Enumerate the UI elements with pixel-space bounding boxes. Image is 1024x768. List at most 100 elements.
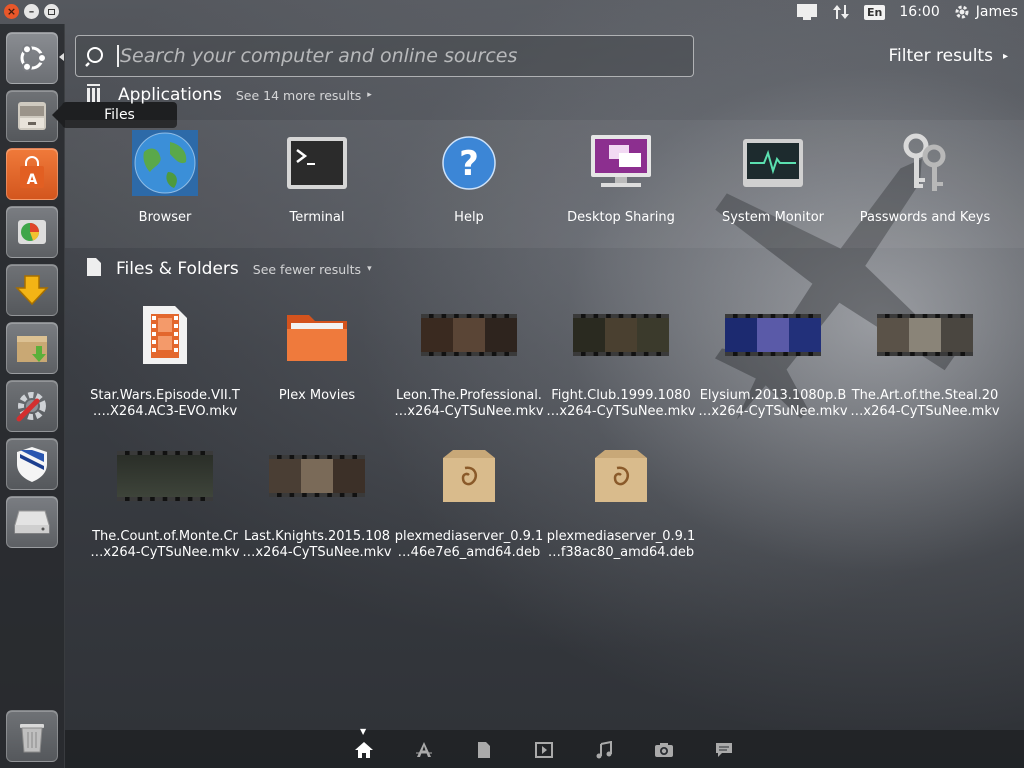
trash-button[interactable] (6, 710, 58, 762)
photo-lens-icon[interactable] (653, 740, 675, 760)
network-transfer-icon[interactable] (832, 3, 850, 21)
files-title: Files & Folders (116, 259, 239, 279)
close-button[interactable]: × (4, 4, 19, 19)
software-center-button[interactable]: A (6, 148, 58, 200)
file-label: Star.Wars.Episode.VII.T ….X264.AC3-EVO.mk… (90, 388, 240, 420)
keyboard-language-indicator[interactable]: En (864, 4, 886, 20)
file-cabinet-icon (18, 102, 46, 130)
file-name-line2: ….X264.AC3-EVO.mkv (92, 404, 238, 419)
file-label: Fight.Club.1999.1080 …x264-CyTSuNee.mkv (546, 388, 696, 420)
hard-drive-icon (14, 510, 50, 534)
files-launcher-button[interactable] (6, 90, 58, 142)
svg-text:A: A (27, 172, 38, 188)
clock[interactable]: 16:00 (899, 4, 939, 20)
help-icon: ? (394, 126, 544, 200)
file-name-line2: …x264-CyTSuNee.mkv (242, 545, 392, 560)
file-name-line1: Star.Wars.Episode.VII.T (90, 388, 240, 403)
file-tile[interactable]: Last.Knights.2015.108 …x264-CyTSuNee.mkv (242, 439, 392, 561)
applications-title: Applications (118, 85, 222, 105)
applications-header: Applications See 14 more results ▸ (86, 84, 372, 106)
file-tile[interactable]: Star.Wars.Episode.VII.T ….X264.AC3-EVO.mk… (90, 298, 240, 420)
file-name-line1: The.Count.of.Monte.Cr (92, 529, 238, 544)
drive-button[interactable] (6, 496, 58, 548)
app-tile-help[interactable]: ? Help (394, 126, 544, 226)
file-name-line2: …f38ac80_amd64.deb (547, 545, 695, 560)
app-tile-passwords-keys[interactable]: Passwords and Keys (850, 126, 1000, 226)
launcher: A (0, 24, 65, 768)
file-tile[interactable]: Leon.The.Professional. …x264-CyTSuNee.mkv (394, 298, 544, 420)
globe-icon (90, 126, 240, 200)
files-fewer-link[interactable]: See fewer results ▾ (253, 262, 372, 277)
security-button[interactable] (6, 438, 58, 490)
top-panel: × – En 16:00 James (0, 0, 1024, 24)
file-tile[interactable]: Fight.Club.1999.1080 …x264-CyTSuNee.mkv (546, 298, 696, 420)
file-tile[interactable]: Plex Movies (242, 298, 392, 404)
video-thumbnail (698, 298, 848, 372)
indicator-area: En 16:00 James (796, 0, 1018, 24)
file-name-line1: The.Art.of.the.Steal.20 (851, 388, 999, 403)
maximize-button[interactable] (44, 4, 59, 19)
files-lens-icon[interactable] (473, 740, 495, 760)
applications-lens-icon[interactable] (413, 740, 435, 760)
app-tile-desktop-sharing[interactable]: Desktop Sharing (546, 126, 696, 226)
session-menu[interactable]: James (954, 4, 1018, 20)
app-label: Help (454, 210, 484, 225)
social-lens-icon[interactable] (713, 740, 735, 760)
minimize-button[interactable]: – (24, 4, 39, 19)
applications-more-link[interactable]: See 14 more results ▸ (236, 88, 372, 103)
video-thumbnail (546, 298, 696, 372)
file-tile[interactable]: plexmediaserver_0.9.1 …f38ac80_amd64.deb (546, 439, 696, 561)
file-name-line1: Plex Movies (278, 388, 356, 403)
home-lens-icon[interactable] (353, 740, 375, 760)
search-input[interactable] (117, 45, 657, 67)
user-name: James (975, 4, 1018, 20)
system-settings-button[interactable] (6, 380, 58, 432)
file-label: Leon.The.Professional. …x264-CyTSuNee.mkv (394, 388, 544, 420)
files-header: Files & Folders See fewer results ▾ (86, 257, 372, 281)
app-tile-terminal[interactable]: Terminal (242, 126, 392, 226)
active-lens-indicator: ▼ (360, 727, 367, 736)
video-thumbnail (850, 298, 1000, 372)
applications-more-label: See 14 more results (235, 87, 362, 103)
keys-icon (850, 126, 1000, 200)
display-icon[interactable] (796, 3, 818, 21)
shield-icon (17, 447, 47, 482)
file-name-line2: …46e7e6_amd64.deb (397, 545, 541, 560)
dash-home-button[interactable] (6, 32, 58, 84)
filter-results-label: Filter results (888, 46, 993, 66)
video-thumbnail (90, 439, 240, 513)
video-thumbnail (394, 298, 544, 372)
file-name-line2: …x264-CyTSuNee.mkv (546, 404, 696, 419)
app-label: Passwords and Keys (859, 210, 991, 225)
file-name-line2: …x264-CyTSuNee.mkv (90, 545, 240, 560)
file-tile[interactable]: Elysium.2013.1080p.B …x264-CyTSuNee.mkv (698, 298, 848, 420)
terminal-icon (242, 126, 392, 200)
app-label: Terminal (289, 210, 345, 225)
file-tile[interactable]: plexmediaserver_0.9.1 …46e7e6_amd64.deb (394, 439, 544, 561)
app-label: Browser (138, 210, 192, 225)
file-name-line1: Leon.The.Professional. (396, 388, 542, 403)
music-lens-icon[interactable] (593, 740, 615, 760)
deb-package-icon (394, 439, 544, 513)
downloads-button[interactable] (6, 264, 58, 316)
disk-usage-icon (18, 220, 46, 244)
file-name-line1: Fight.Club.1999.1080 (551, 388, 691, 403)
desktop-sharing-icon (546, 126, 696, 200)
video-lens-icon[interactable] (533, 740, 555, 760)
search-box (75, 35, 694, 77)
active-indicator (59, 53, 64, 61)
file-tile[interactable]: The.Count.of.Monte.Cr …x264-CyTSuNee.mkv (90, 439, 240, 561)
file-name-line2: …x264-CyTSuNee.mkv (394, 404, 544, 419)
app-tile-system-monitor[interactable]: System Monitor (698, 126, 848, 226)
filter-results-button[interactable]: Filter results ▸ (889, 46, 1009, 66)
file-name-line1: plexmediaserver_0.9.1 (546, 529, 696, 544)
archive-manager-button[interactable] (6, 322, 58, 374)
file-tile[interactable]: The.Art.of.the.Steal.20 …x264-CyTSuNee.mk… (850, 298, 1000, 420)
file-label: The.Art.of.the.Steal.20 …x264-CyTSuNee.mk… (850, 388, 1000, 420)
download-arrow-icon (15, 275, 49, 306)
archive-box-icon (17, 336, 47, 362)
ubuntu-logo-icon (20, 44, 47, 72)
file-label: plexmediaserver_0.9.1 …f38ac80_amd64.deb (546, 529, 696, 561)
disk-usage-button[interactable] (6, 206, 58, 258)
app-tile-browser[interactable]: Browser (90, 126, 240, 226)
